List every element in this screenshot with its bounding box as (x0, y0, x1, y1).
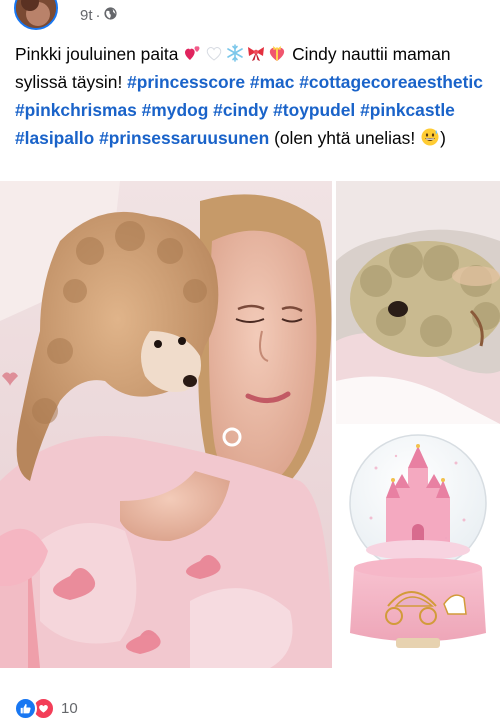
post-text: Pinkki jouluinen paita Cindy nauttii mam… (15, 40, 491, 152)
post-text-end: (olen yhtä unelias! (274, 128, 416, 148)
ribbon-emoji (248, 47, 265, 61)
white-heart-emoji (207, 47, 222, 61)
like-icon (14, 696, 37, 720)
post-time[interactable]: 9t (80, 7, 93, 24)
post-header: 9t · (0, 0, 500, 34)
hashtag-link[interactable]: #lasipallo (15, 128, 94, 148)
post-text-end-close: ) (440, 128, 446, 148)
post-meta: 9t · (80, 7, 117, 24)
meta-separator: · (95, 7, 101, 24)
hashtag-link[interactable]: #pinkcastle (360, 100, 455, 120)
photo-grid (0, 181, 500, 668)
grinning-sweat-emoji (421, 128, 439, 146)
hashtag-link[interactable]: #cindy (213, 100, 268, 120)
hashtag-link[interactable]: #mydog (142, 100, 209, 120)
reaction-count[interactable]: 10 (61, 700, 78, 717)
hashtag-link[interactable]: #toypudel (273, 100, 355, 120)
hashtag-link[interactable]: #princesscore (127, 72, 245, 92)
reactions-bar[interactable]: 10 (14, 696, 78, 720)
sleeping-poodle-photo[interactable] (336, 181, 500, 424)
woman-with-poodle-photo[interactable] (0, 181, 332, 668)
snow-globe-castle-photo[interactable] (336, 428, 500, 668)
hashtag-link[interactable]: #prinsessaruusunen (99, 128, 269, 148)
post-text-start: Pinkki jouluinen paita (15, 44, 179, 64)
two-hearts-emoji (185, 46, 200, 60)
emoji-sequence (183, 43, 287, 63)
hashtag-link[interactable]: #mac (250, 72, 294, 92)
globe-icon (103, 7, 117, 24)
avatar[interactable] (14, 0, 58, 30)
heart-ribbon-emoji (270, 46, 285, 61)
hashtag-link[interactable]: #pinkchrismas (15, 100, 137, 120)
hashtag-link[interactable]: #cottagecoreaesthetic (299, 72, 483, 92)
snowflake-emoji (227, 44, 244, 62)
